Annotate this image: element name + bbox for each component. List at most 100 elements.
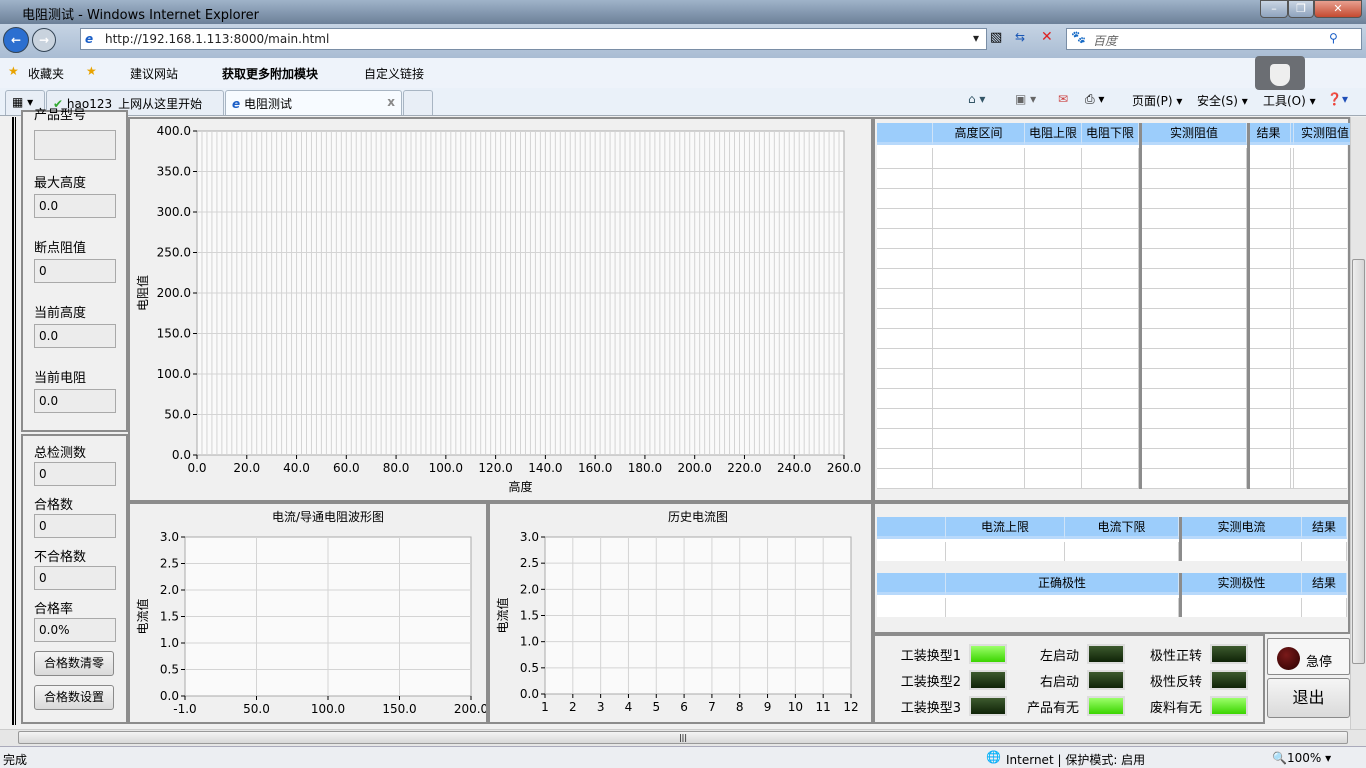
close-window-button[interactable]: ✕ [1314, 0, 1362, 18]
x-tick-label: 5 [652, 700, 660, 714]
y-tick-label: 2.0 [160, 583, 179, 597]
fav-link-custom[interactable]: 自定义链接 [364, 65, 424, 82]
help-icon[interactable]: ❓▾ [1327, 92, 1348, 106]
table-row [877, 448, 1347, 449]
status-bar: 完成 🌐 Internet | 保护模式: 启用 🔍100% ▾ [0, 746, 1366, 768]
column-header [877, 517, 946, 539]
product-info-panel: 产品型号 最大高度 0.0 断点阻值 0 当前高度 0.0 当前电阻 0.0 [21, 108, 128, 432]
table-separator [1139, 123, 1142, 489]
x-tick-label: 160.0 [578, 461, 612, 475]
close-tab-icon[interactable]: x [387, 95, 395, 109]
column-header: 实测极性 [1182, 573, 1302, 595]
forward-button[interactable]: → [32, 28, 56, 52]
table-row [877, 168, 1347, 169]
indicator-label: 极性反转 [1149, 675, 1202, 690]
horizontal-scroll-thumb[interactable]: ||| [18, 731, 1348, 744]
fav-link-suggested[interactable]: 建议网站 [130, 65, 178, 82]
search-icon[interactable]: ⚲ [1329, 31, 1338, 45]
x-tick-label: 8 [736, 700, 744, 714]
column-header: 实测电流 [1182, 517, 1302, 539]
field-value: 0.0 [34, 389, 116, 413]
stop-icon[interactable]: ✕ [1041, 29, 1053, 45]
title-bar: 电阻测试 - Windows Internet Explorer [0, 0, 1366, 24]
field-value [34, 130, 116, 160]
field-value: 0.0 [34, 324, 116, 348]
y-tick-label: 0.0 [160, 689, 179, 703]
y-tick-label: 0.0 [520, 687, 539, 701]
column-header: 实测阻值 [1142, 123, 1247, 145]
x-tick-label: 220.0 [727, 461, 761, 475]
y-axis-label: 电流值 [495, 597, 510, 633]
resistance-height-chart: 0.0 20.0 40.0 60.0 80.0 100.0 120.0 140.0 160.0 1… [135, 124, 861, 494]
column-header: 正确极性 [946, 573, 1179, 595]
favorites-button[interactable]: 收藏夹 [28, 65, 64, 82]
x-tick-label: 9 [764, 700, 772, 714]
zoom-level[interactable]: 🔍100% ▾ [1272, 751, 1331, 765]
page-menu[interactable]: 页面(P) ▾ [1132, 92, 1182, 109]
chart-title: 历史电流图 [668, 510, 728, 524]
stat-value: 0.0% [34, 618, 116, 642]
table-row [877, 308, 1347, 309]
refresh-icon[interactable]: ⇆ [1015, 30, 1025, 44]
feeds-icon[interactable]: ▣ ▾ [1015, 92, 1036, 106]
x-tick-label: 2 [569, 700, 577, 714]
minimize-button[interactable]: – [1260, 0, 1288, 18]
tab-resistance-test[interactable]: e 电阻测试 x [225, 90, 402, 115]
indicator-led [1210, 670, 1248, 690]
reset-pass-count-button[interactable]: 合格数清零 [34, 651, 114, 676]
indicator-led [1087, 644, 1125, 664]
column-header [877, 573, 946, 595]
field-value: 0 [34, 259, 116, 283]
table-row [877, 288, 1347, 289]
print-icon[interactable]: ⎙ ▾ [1085, 92, 1104, 107]
mail-icon[interactable]: ✉ [1058, 92, 1068, 106]
x-tick-label: 80.0 [383, 461, 410, 475]
new-tab-button[interactable] [403, 90, 433, 115]
back-button[interactable]: ← [3, 27, 29, 53]
compat-view-icon[interactable]: ▧ [990, 30, 1002, 45]
y-tick-label: 0.5 [160, 663, 179, 677]
column-header: 电流下限 [1065, 517, 1179, 539]
vertical-scrollbar[interactable] [1350, 117, 1366, 729]
column-header: 结果 [1247, 123, 1291, 145]
address-dropdown-icon[interactable]: ▾ [973, 31, 979, 45]
set-pass-count-button[interactable]: 合格数设置 [34, 685, 114, 710]
y-tick-label: 300.0 [157, 205, 191, 219]
address-bar[interactable]: e http://192.168.1.113:8000/main.html ▾ [80, 28, 987, 50]
favorites-star-icon: ★ [8, 64, 19, 78]
indicator-led [1210, 696, 1248, 716]
maximize-button[interactable]: ❐ [1288, 0, 1314, 18]
column-header: 结果 [1302, 573, 1347, 595]
fav-link-addons[interactable]: 获取更多附加模块 [222, 65, 318, 82]
column-divider [1293, 148, 1294, 489]
emergency-stop[interactable]: 急停 [1267, 638, 1350, 675]
status-text: 完成 [3, 753, 28, 767]
safety-menu[interactable]: 安全(S) ▾ [1197, 92, 1248, 109]
y-tick-label: 3.0 [160, 530, 179, 544]
x-tick-label: 0.0 [187, 461, 206, 475]
exit-button[interactable]: 退出 [1267, 678, 1350, 718]
x-tick-label: 11 [816, 700, 831, 714]
indicator-panel: 工装换型1 工装换型2 工装换型3 左启动 右启动 产品有无 极性正转 极性反转… [873, 634, 1265, 724]
y-tick-label: 1.0 [160, 636, 179, 650]
horizontal-scrollbar[interactable]: ||| [0, 729, 1366, 746]
home-icon[interactable]: ⌂ ▾ [968, 92, 985, 106]
column-header: 实测阻值 [1294, 123, 1357, 145]
emergency-stop-lamp-icon [1277, 647, 1300, 670]
stat-label: 不合格数 [34, 550, 87, 565]
table-row [877, 268, 1347, 269]
stat-value: 0 [34, 514, 116, 538]
vertical-scroll-thumb[interactable] [1352, 259, 1365, 664]
y-tick-label: 50.0 [164, 408, 191, 422]
stat-value: 0 [34, 462, 116, 486]
tools-menu[interactable]: 工具(O) ▾ [1263, 92, 1316, 109]
table-row [877, 228, 1347, 229]
table-separator [1179, 517, 1182, 561]
x-tick-label: 12 [843, 700, 858, 714]
indicator-led [969, 644, 1007, 664]
y-tick-label: 2.5 [520, 556, 539, 570]
add-favorite-icon[interactable]: ★ [86, 64, 97, 78]
search-box[interactable]: 🐾 百度 ⚲ [1066, 28, 1362, 50]
indicator-led [969, 696, 1007, 716]
chart-title: 电流/导通电阻波形图 [272, 510, 384, 524]
